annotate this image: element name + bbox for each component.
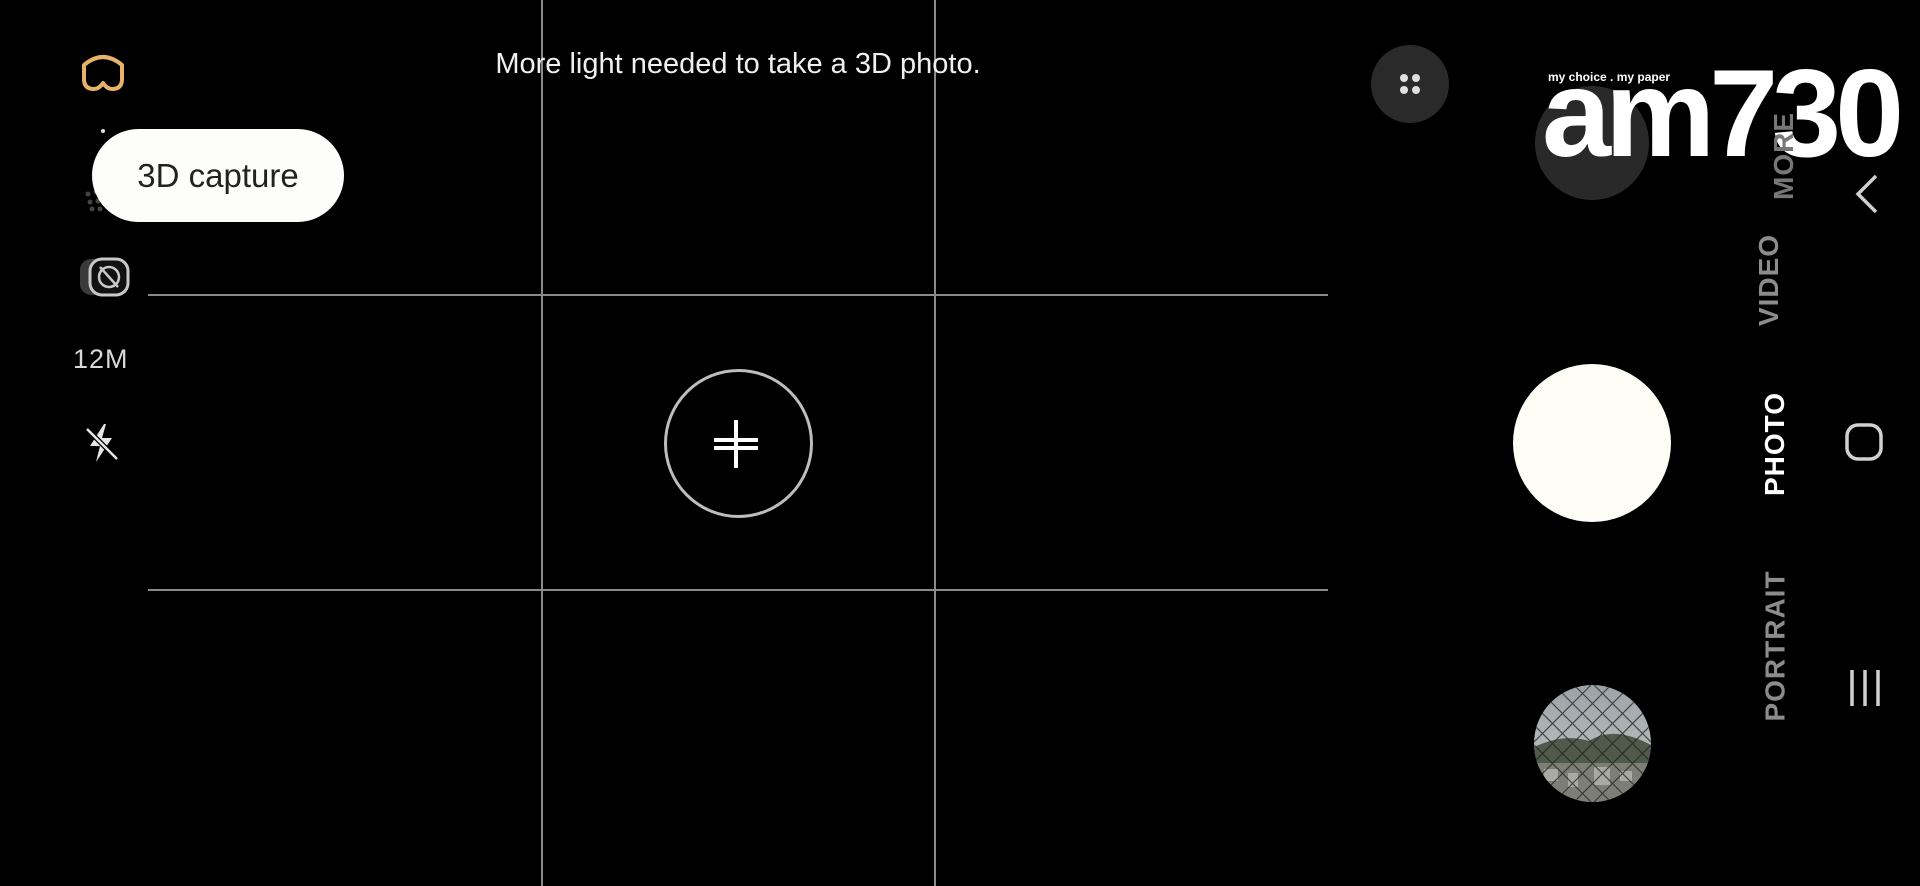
back-icon[interactable] (1852, 172, 1880, 221)
more-options-button[interactable] (1371, 45, 1449, 123)
grid-line-vertical-2 (934, 0, 936, 886)
recents-icon[interactable] (1847, 668, 1883, 713)
grid-line-horizontal-1 (148, 294, 1328, 296)
home-icon[interactable] (1844, 422, 1884, 467)
resolution-label[interactable]: 12M (73, 344, 129, 375)
grid-line-vertical-1 (541, 0, 543, 886)
four-dots-icon (1400, 74, 1420, 94)
shutter-button[interactable] (1513, 364, 1671, 522)
flash-off-icon[interactable] (82, 422, 122, 469)
3d-capture-popup[interactable]: 3D capture (92, 129, 344, 222)
indicator-dot (101, 129, 105, 133)
lens-off-icon[interactable] (78, 255, 132, 304)
focus-crosshair-icon (710, 418, 762, 475)
mode-video[interactable]: VIDEO (1753, 234, 1785, 326)
mode-photo[interactable]: PHOTO (1759, 392, 1791, 496)
gallery-thumbnail[interactable] (1534, 685, 1651, 802)
vr-3d-icon[interactable] (78, 53, 128, 98)
mode-portrait[interactable]: PORTRAIT (1760, 570, 1792, 721)
grid-line-horizontal-2 (148, 589, 1328, 591)
watermark-logo: am730 (1542, 45, 1904, 183)
3d-capture-label: 3D capture (137, 156, 299, 194)
low-light-hint: More light needed to take a 3D photo. (495, 48, 981, 80)
mode-more[interactable]: MORE (1768, 112, 1800, 200)
